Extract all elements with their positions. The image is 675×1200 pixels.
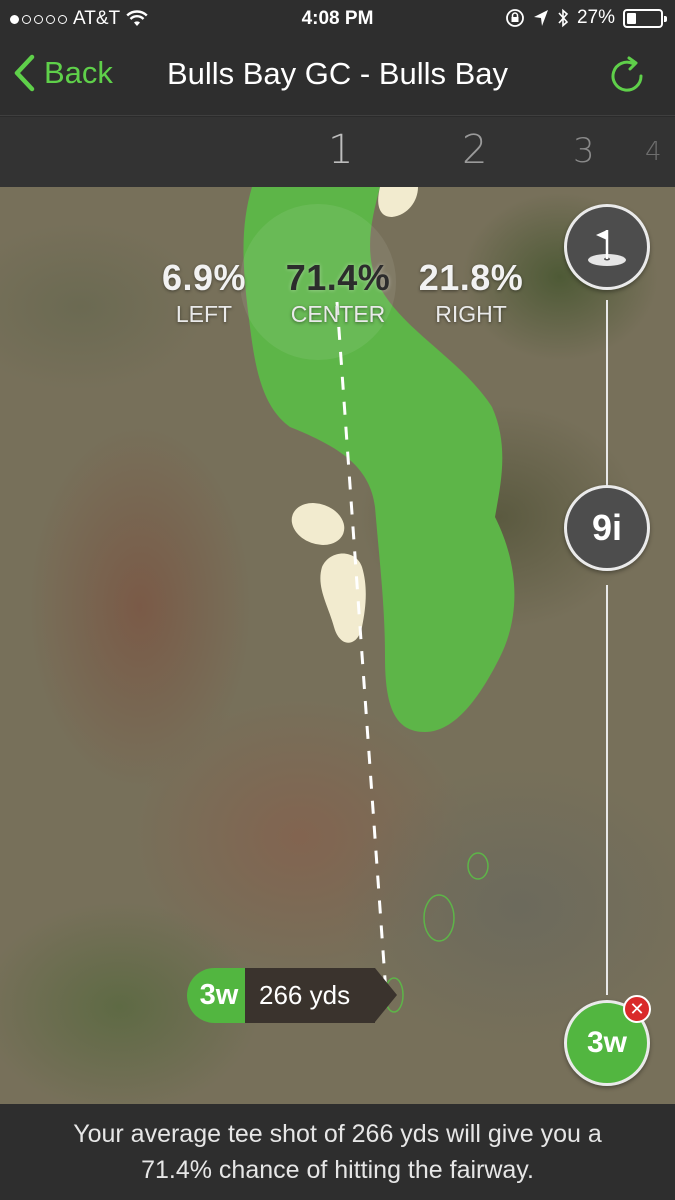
stat-left-value: 6.9% (161, 257, 247, 298)
page-title: Bulls Bay GC - Bulls Bay (166, 56, 509, 91)
bunker-middle (291, 503, 345, 545)
hole-map[interactable]: 6.9% LEFT 71.4% CENTER 21.8% RIGHT 9i 3w… (0, 187, 675, 1104)
battery-icon (623, 8, 667, 28)
stat-left: 6.9% LEFT (154, 257, 254, 328)
club-button-tee-label: 3w (586, 1026, 628, 1059)
navigation-bar: Back Bulls Bay GC - Bulls Bay (0, 40, 675, 116)
stat-center-value: 71.4% (285, 257, 391, 298)
status-right: 27% (505, 7, 667, 29)
pin-button[interactable] (564, 204, 650, 290)
club-button-approach[interactable]: 9i (564, 485, 650, 571)
club-button-tee[interactable]: 3w ✕ (564, 995, 651, 1086)
orientation-lock-icon (506, 9, 524, 27)
tee-box (467, 852, 489, 880)
bunker-top (378, 187, 418, 217)
stat-center: 71.4% CENTER (270, 257, 406, 328)
club-rail-segment (606, 585, 608, 995)
pill-pointer (375, 968, 397, 1022)
hole-tab-2[interactable]: 2 (462, 127, 487, 173)
stat-center-label: CENTER (290, 301, 386, 327)
chevron-left-icon (14, 54, 35, 92)
club-rail-segment (606, 300, 608, 487)
stat-right-value: 21.8% (418, 257, 524, 298)
battery-percent: 27% (576, 7, 615, 28)
hole-tab-1[interactable]: 1 (328, 127, 353, 173)
stat-right: 21.8% RIGHT (408, 257, 534, 328)
stat-right-label: RIGHT (435, 301, 507, 327)
footer-message: Your average tee shot of 266 yds will gi… (0, 1104, 675, 1200)
shot-distance: 266 yds (245, 968, 375, 1023)
back-button[interactable]: Back (12, 54, 113, 92)
location-arrow-icon (533, 10, 548, 26)
close-icon: ✕ (629, 998, 645, 1019)
flag-pin-icon (588, 230, 626, 266)
shot-club: 3w (187, 968, 245, 1023)
remove-club-button[interactable]: ✕ (623, 995, 651, 1023)
tee-box (423, 894, 455, 942)
hole-tab-4[interactable]: 4 (645, 137, 662, 167)
shot-distance-pill[interactable]: 3w 266 yds (187, 968, 397, 1023)
status-bar: AT&T 4:08 PM 27% (0, 0, 675, 40)
hole-selector: 1 2 3 4 (0, 117, 675, 187)
refresh-icon[interactable] (605, 54, 649, 98)
bluetooth-icon (558, 8, 569, 28)
hole-tab-3[interactable]: 3 (573, 131, 595, 171)
stat-left-label: LEFT (175, 301, 233, 327)
